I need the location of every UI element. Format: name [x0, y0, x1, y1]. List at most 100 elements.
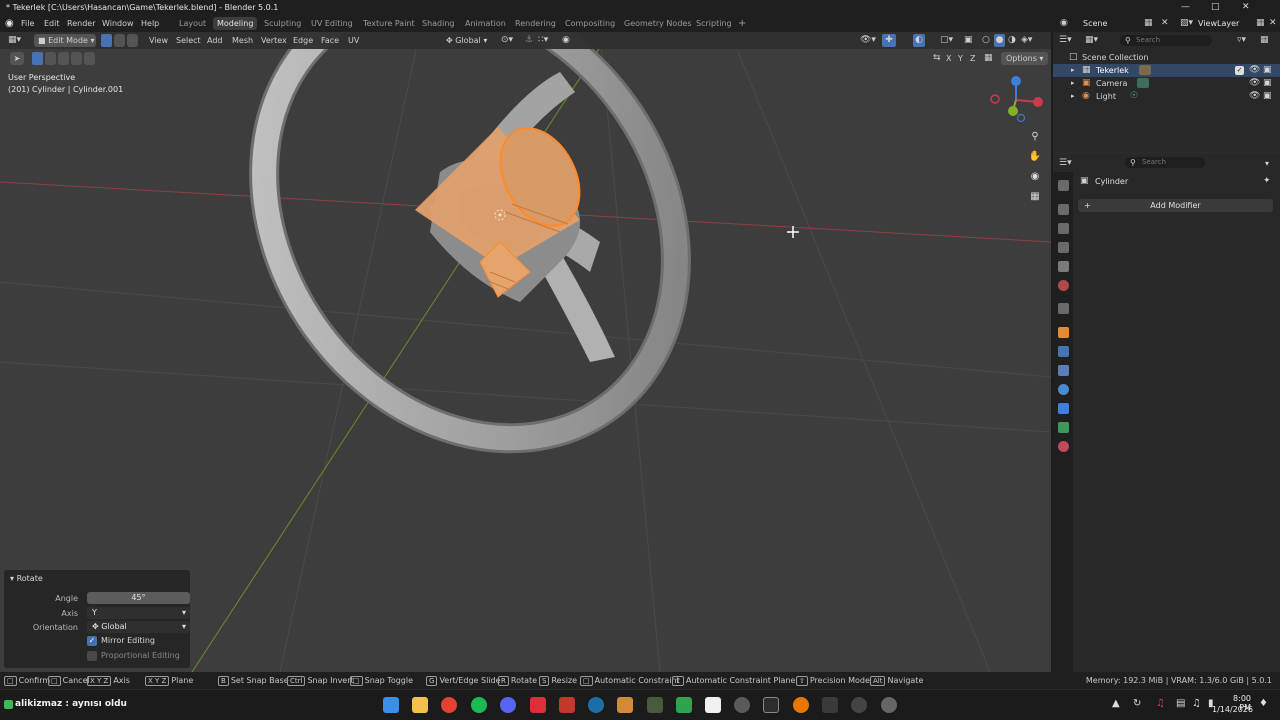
eye-icon[interactable]: 👁: [1249, 90, 1260, 103]
tray-icon-1[interactable]: ▲: [1112, 698, 1120, 709]
properties-editor-type-icon[interactable]: ☰▾: [1059, 157, 1072, 170]
spotify-icon[interactable]: [471, 697, 487, 713]
workspace-tab-uv-editing[interactable]: UV Editing: [307, 17, 357, 30]
workspace-tab-texture-paint[interactable]: Texture Paint: [359, 17, 419, 30]
gizmo-toggle-icon[interactable]: ✚: [882, 34, 896, 47]
render-tab-icon[interactable]: [1058, 204, 1069, 215]
object-tab-icon[interactable]: [1058, 327, 1069, 338]
mirror-editing-checkbox[interactable]: ✓: [87, 636, 97, 646]
collection-tab-icon[interactable]: [1058, 303, 1069, 314]
proportional-editing-checkbox[interactable]: [87, 651, 97, 661]
workspace-tab-geometry-nodes[interactable]: Geometry Nodes: [620, 17, 695, 30]
microphone-icon[interactable]: ♫: [1156, 698, 1165, 709]
header-menu-face[interactable]: Face: [321, 34, 339, 47]
output-tab-icon[interactable]: [1058, 223, 1069, 234]
mirror-axis-x[interactable]: X: [946, 52, 951, 65]
tool-tab-icon[interactable]: [1058, 180, 1069, 191]
workspace-tab-layout[interactable]: Layout: [175, 17, 210, 30]
auto-merge-icon[interactable]: ▦: [984, 52, 993, 65]
overlay-toggle-icon[interactable]: ◐: [913, 34, 925, 47]
face-select-icon[interactable]: [127, 34, 138, 47]
viewlayer-name[interactable]: ViewLayer: [1198, 17, 1239, 30]
display-mode-icon[interactable]: ▦▾: [1085, 34, 1098, 47]
menu-help[interactable]: Help: [141, 15, 159, 32]
view-layer-tab-icon[interactable]: [1058, 242, 1069, 253]
select-mode-new-icon[interactable]: [32, 52, 43, 65]
new-scene-icon[interactable]: ▦: [1144, 17, 1153, 30]
scene-icon[interactable]: ◉: [1060, 17, 1068, 30]
outliner-item-tekerlek[interactable]: ▸ ▦ Tekerlek ✓ 👁 ▣: [1053, 64, 1280, 77]
menu-render[interactable]: Render: [67, 15, 95, 32]
app-icon-puzzle[interactable]: [617, 697, 633, 713]
xray-toggle-icon[interactable]: ▣: [964, 34, 973, 47]
menu-edit[interactable]: Edit: [44, 15, 60, 32]
render-camera-icon[interactable]: ▣: [1263, 90, 1272, 103]
exclude-checkbox[interactable]: ✓: [1235, 66, 1244, 75]
workspace-tab-rendering[interactable]: Rendering: [511, 17, 560, 30]
axis-dropdown[interactable]: Y ▾: [87, 607, 190, 619]
mirror-axis-z[interactable]: Z: [970, 52, 975, 65]
steam-icon[interactable]: [588, 697, 604, 713]
pan-hand-icon[interactable]: ✋: [1027, 149, 1043, 165]
edge-select-icon[interactable]: [114, 34, 125, 47]
app-icon-tank[interactable]: [647, 697, 663, 713]
header-menu-add[interactable]: Add: [207, 34, 223, 47]
particles-tab-icon[interactable]: [1058, 365, 1069, 376]
header-menu-vertex[interactable]: Vertex: [261, 34, 287, 47]
windows-start-icon[interactable]: [383, 697, 399, 713]
render-camera-icon[interactable]: ▣: [1263, 64, 1272, 77]
app-icon-red[interactable]: [530, 697, 546, 713]
shading-rendered-icon[interactable]: ◈▾: [1021, 34, 1032, 47]
app-icon-clock[interactable]: [851, 697, 867, 713]
workspace-tab-modeling[interactable]: Modeling: [213, 17, 258, 30]
maximize-icon[interactable]: □: [1211, 0, 1220, 15]
pivot-point-icon[interactable]: ⊙▾: [501, 34, 513, 47]
wifi-icon[interactable]: ▤: [1176, 698, 1185, 709]
notification-text[interactable]: alikizmaz : aynısı oldu: [15, 699, 127, 709]
discord-icon[interactable]: [500, 697, 516, 713]
scene-name[interactable]: Scene: [1083, 17, 1107, 30]
proportional-editing-icon[interactable]: ◉: [562, 34, 570, 47]
mirror-icon[interactable]: ⇆: [933, 52, 941, 65]
expand-arrow-icon[interactable]: ▸: [1071, 77, 1075, 90]
terminal-icon[interactable]: [763, 697, 779, 713]
eye-icon[interactable]: 👁: [1249, 77, 1260, 90]
delete-scene-icon[interactable]: ✕: [1161, 17, 1169, 30]
workspace-tab-shading[interactable]: Shading: [418, 17, 459, 30]
shading-material-icon[interactable]: ◑: [1008, 34, 1016, 47]
expand-arrow-icon[interactable]: ▸: [1071, 64, 1075, 77]
snap-icon[interactable]: ⚓: [525, 34, 533, 47]
camera-view-icon[interactable]: ◉: [1027, 169, 1043, 185]
outliner-item-camera[interactable]: ▸ ▣ Camera 👁 ▣: [1053, 77, 1280, 90]
add-workspace-button[interactable]: +: [734, 17, 750, 30]
app-icon-game[interactable]: [559, 697, 575, 713]
blender-logo-icon[interactable]: ◉: [5, 15, 14, 32]
orientation-field[interactable]: ✥ Global ▾: [87, 621, 190, 633]
filter-icon[interactable]: ▿▾: [1237, 34, 1246, 47]
workspace-tab-sculpting[interactable]: Sculpting: [260, 17, 305, 30]
add-modifier-button[interactable]: + Add Modifier: [1078, 199, 1273, 212]
perspective-toggle-icon[interactable]: ▦: [1027, 189, 1043, 205]
file-explorer-icon[interactable]: [412, 697, 428, 713]
outliner-editor-type-icon[interactable]: ☰▾: [1059, 34, 1072, 47]
data-tab-icon[interactable]: [1058, 422, 1069, 433]
redo-panel-header[interactable]: ▾ Rotate: [10, 574, 43, 583]
chrome-icon[interactable]: [441, 697, 457, 713]
options-dropdown[interactable]: Options ▾: [1001, 52, 1049, 65]
visibility-icon[interactable]: 👁▾: [860, 34, 876, 47]
zoom-icon[interactable]: ⚲: [1027, 129, 1043, 145]
app-icon-green[interactable]: [676, 697, 692, 713]
orientation-dropdown[interactable]: ✥ Global ▾: [446, 34, 487, 47]
vertex-select-icon[interactable]: [101, 34, 112, 47]
physics-tab-icon[interactable]: [1058, 384, 1069, 395]
workspace-tab-animation[interactable]: Animation: [461, 17, 510, 30]
constraints-tab-icon[interactable]: [1058, 403, 1069, 414]
scene-tab-icon[interactable]: [1058, 261, 1069, 272]
render-camera-icon[interactable]: ▣: [1263, 77, 1272, 90]
editor-type-icon[interactable]: ▦▾: [8, 34, 21, 47]
clock-date[interactable]: 1/14/2026: [1212, 705, 1253, 714]
tray-sync-icon[interactable]: ↻: [1133, 698, 1141, 709]
header-menu-mesh[interactable]: Mesh: [232, 34, 253, 47]
blender-taskbar-icon[interactable]: [793, 697, 809, 713]
steering-wheel-mesh[interactable]: [180, 32, 761, 518]
